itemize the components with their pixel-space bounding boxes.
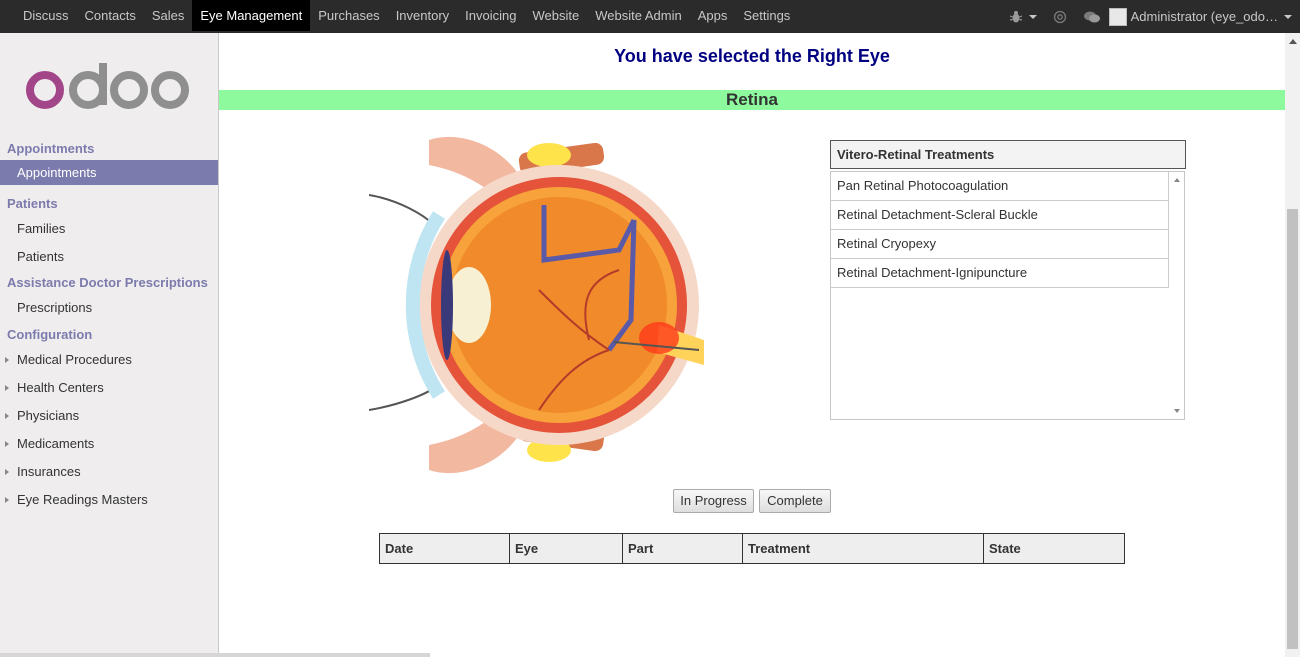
chat-icon[interactable] [1083, 10, 1101, 24]
treatment-item[interactable]: Pan Retinal Photocoagulation [831, 172, 1169, 201]
main-menu: Discuss Contacts Sales Eye Management Pu… [0, 0, 798, 33]
column-header-date: Date [379, 533, 510, 564]
sidebar-item-physicians[interactable]: Physicians [0, 402, 218, 430]
odoo-logo[interactable] [24, 63, 192, 114]
menu-settings[interactable]: Settings [735, 0, 798, 31]
user-menu[interactable]: Administrator (eye_odo… [1108, 7, 1292, 26]
treatment-item[interactable]: Retinal Cryopexy [831, 230, 1169, 259]
sidebar-item-patients[interactable]: Patients [0, 243, 218, 271]
menu-sales[interactable]: Sales [144, 0, 193, 31]
section-configuration: Configuration [7, 327, 93, 342]
section-assistance-doctor-prescriptions: Assistance Doctor Prescriptions [7, 275, 208, 290]
column-header-eye: Eye [509, 533, 623, 564]
caret-right-icon [5, 497, 9, 503]
treatment-item[interactable]: Retinal Detachment-Ignipuncture [831, 259, 1169, 288]
sidebar-item-label: Medicaments [17, 436, 95, 451]
sidebar-nav: Appointments Appointments Patients Famil… [0, 138, 218, 514]
sidebar-item-health-centers[interactable]: Health Centers [0, 374, 218, 402]
page-scrollbar[interactable] [1285, 33, 1300, 657]
menu-eye-management[interactable]: Eye Management [192, 0, 311, 31]
caret-right-icon [5, 469, 9, 475]
sidebar-item-label: Physicians [17, 408, 80, 423]
complete-button[interactable]: Complete [759, 489, 831, 513]
sidebar-item-appointments[interactable]: Appointments [0, 160, 218, 185]
menu-invoicing[interactable]: Invoicing [457, 0, 524, 31]
menu-apps[interactable]: Apps [690, 0, 736, 31]
main-content: You have selected the Right Eye Retina V… [219, 33, 1285, 657]
section-appointments: Appointments [7, 141, 95, 156]
menu-purchases[interactable]: Purchases [310, 0, 387, 31]
column-header-treatment: Treatment [742, 533, 984, 564]
section-patients: Patients [7, 196, 58, 211]
sidebar-item-eye-readings-masters[interactable]: Eye Readings Masters [0, 486, 218, 514]
sidebar-item-families[interactable]: Families [0, 215, 218, 243]
eye-diagram-image [368, 120, 722, 488]
page-title: You have selected the Right Eye [614, 46, 890, 66]
table-header-row: Date Eye Part Treatment State [379, 533, 1125, 564]
scroll-up-icon[interactable] [1289, 39, 1297, 44]
menu-inventory[interactable]: Inventory [388, 0, 457, 31]
chevron-down-icon [1028, 14, 1037, 19]
column-header-state: State [983, 533, 1125, 564]
column-header-part: Part [622, 533, 743, 564]
sidebar-item-medical-procedures[interactable]: Medical Procedures [0, 346, 218, 374]
sidebar-item-prescriptions[interactable]: Prescriptions [0, 294, 218, 322]
horizontal-scrollbar[interactable] [0, 653, 430, 657]
in-progress-button[interactable]: In Progress [673, 489, 754, 513]
user-name: Administrator (eye_odo… [1130, 9, 1278, 24]
menu-website[interactable]: Website [524, 0, 587, 31]
caret-right-icon [5, 357, 9, 363]
top-navbar: Discuss Contacts Sales Eye Management Pu… [0, 0, 1300, 33]
menu-discuss[interactable]: Discuss [15, 0, 77, 31]
sidebar: Appointments Appointments Patients Famil… [0, 33, 219, 657]
sidebar-item-medicaments[interactable]: Medicaments [0, 430, 218, 458]
treatment-history-table: Date Eye Part Treatment State [379, 533, 1125, 564]
sidebar-item-label: Health Centers [17, 380, 104, 395]
systray: Administrator (eye_odo… [1001, 0, 1300, 33]
chevron-down-icon [1284, 14, 1292, 19]
sidebar-item-label: Eye Readings Masters [17, 492, 148, 507]
treatment-item[interactable]: Retinal Detachment-Scleral Buckle [831, 201, 1169, 230]
treatments-list[interactable]: Pan Retinal Photocoagulation Retinal Det… [830, 171, 1185, 420]
bug-icon[interactable] [1009, 10, 1037, 24]
scrollbar-thumb[interactable] [1287, 209, 1298, 649]
caret-right-icon [5, 385, 9, 391]
scroll-up-icon[interactable] [1174, 178, 1180, 182]
sidebar-item-insurances[interactable]: Insurances [0, 458, 218, 486]
section-title: Retina [219, 90, 1285, 110]
sidebar-item-label: Insurances [17, 464, 81, 479]
sidebar-item-label: Medical Procedures [17, 352, 132, 367]
menu-contacts[interactable]: Contacts [77, 0, 144, 31]
menu-website-admin[interactable]: Website Admin [587, 0, 689, 31]
scroll-down-icon[interactable] [1174, 409, 1180, 413]
caret-right-icon [5, 441, 9, 447]
avatar [1108, 7, 1127, 26]
caret-right-icon [5, 413, 9, 419]
at-icon[interactable] [1053, 10, 1067, 24]
treatments-header: Vitero-Retinal Treatments [830, 140, 1186, 169]
